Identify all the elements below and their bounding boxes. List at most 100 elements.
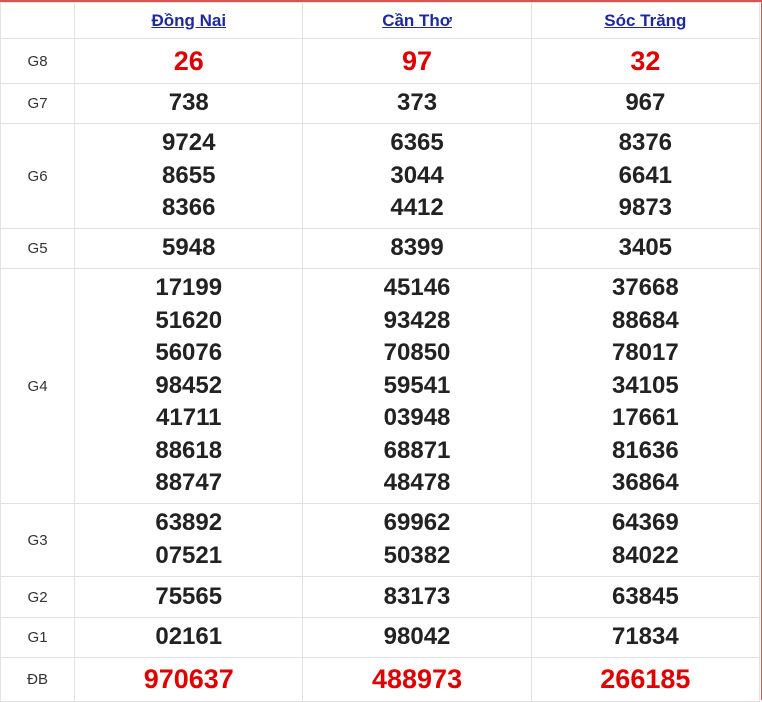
- prize-number: 71834: [611, 623, 679, 651]
- prize-number: 967: [625, 89, 666, 117]
- prize-number: 69962: [383, 509, 451, 537]
- prize-row-special: ĐB 970637 488973 266185: [0, 657, 761, 702]
- prize-number: 63845: [611, 582, 679, 610]
- province-link-soc-trang[interactable]: Sóc Trăng: [604, 11, 686, 30]
- prize-number: 83173: [383, 582, 451, 610]
- prize-number: 88747: [155, 469, 223, 497]
- prize-number: 88684: [611, 306, 679, 334]
- special-prize-number: 266185: [600, 664, 691, 695]
- prize-number: 03948: [383, 404, 451, 432]
- prize-number: 6641: [618, 161, 673, 189]
- prize-cell: 970637: [74, 657, 304, 702]
- prize-number: 88618: [155, 436, 223, 464]
- province-link-dong-nai[interactable]: Đồng Nai: [151, 11, 226, 30]
- prize-number: 98452: [155, 371, 223, 399]
- prize-number: 93428: [383, 306, 451, 334]
- header-corner: [0, 2, 76, 39]
- prize-number: 07521: [155, 542, 223, 569]
- lottery-results-panel: Đồng Nai Cần Thơ Sóc Trăng G8 26 97 32 G…: [0, 0, 762, 702]
- results-table: Đồng Nai Cần Thơ Sóc Trăng G8 26 97 32 G…: [0, 2, 761, 702]
- prize-row-g2: G2 75565 83173 63845: [0, 576, 761, 618]
- prize-cell: 488973: [302, 657, 532, 702]
- prize-number: 45146: [383, 273, 451, 301]
- prize-number: 9873: [618, 194, 673, 222]
- prize-number: 6365: [390, 129, 444, 157]
- prize-cell: 64369 84022: [530, 503, 761, 577]
- prize-number: 51620: [155, 306, 223, 334]
- prize-cell: 8376 6641 9873: [530, 123, 761, 229]
- prize-label: G4: [0, 268, 76, 504]
- prize-number: 8366: [162, 194, 216, 222]
- prize-number: 738: [168, 89, 209, 117]
- prize-number: 41711: [156, 404, 222, 432]
- prize-number: 34105: [611, 371, 679, 399]
- prize-cell: 5948: [74, 228, 304, 269]
- prize-cell: 63892 07521: [74, 503, 304, 577]
- prize-cell: 26: [74, 38, 304, 84]
- prize-number: 78017: [611, 339, 679, 367]
- prize-number: 70850: [383, 339, 451, 367]
- prize-cell: 98042: [302, 617, 532, 658]
- prize-cell: 71834: [530, 617, 761, 658]
- prize-cell: 17199 51620 56076 98452 41711 88618 8874…: [74, 268, 304, 504]
- special-prize-number: 488973: [371, 664, 463, 695]
- prize-cell: 69962 50382: [302, 503, 532, 577]
- prize-cell: 63845: [530, 576, 761, 618]
- prize-number: 84022: [611, 542, 679, 569]
- prize-number: 59541: [383, 371, 451, 399]
- prize-number: 50382: [383, 542, 451, 569]
- prize-number: 3044: [390, 161, 444, 189]
- prize-label: G6: [0, 123, 76, 229]
- prize-number: 26: [173, 45, 204, 76]
- prize-number: 373: [397, 89, 438, 117]
- prize-label: G3: [0, 503, 76, 577]
- prize-number: 36864: [611, 469, 679, 497]
- prize-label: G2: [0, 576, 76, 618]
- province-header: Sóc Trăng: [530, 2, 761, 39]
- prize-number: 9724: [162, 129, 216, 157]
- prize-number: 63892: [155, 509, 223, 537]
- prize-cell: 32: [530, 38, 761, 84]
- prize-label: G7: [0, 83, 76, 124]
- prize-row-g3: G3 63892 07521 69962 50382 64369 84022: [0, 503, 761, 577]
- prize-row-g8: G8 26 97 32: [0, 38, 761, 84]
- prize-row-g4: G4 17199 51620 56076 98452 41711 88618 8…: [0, 268, 761, 504]
- prize-cell: 8399: [302, 228, 532, 269]
- prize-cell: 738: [74, 83, 304, 124]
- prize-number: 8655: [162, 161, 216, 189]
- prize-cell: 83173: [302, 576, 532, 618]
- prize-cell: 373: [302, 83, 532, 124]
- prize-number: 4412: [390, 194, 444, 222]
- prize-number: 3405: [618, 234, 673, 262]
- prize-cell: 37668 88684 78017 34105 17661 81636 3686…: [530, 268, 761, 504]
- header-row: Đồng Nai Cần Thơ Sóc Trăng: [0, 2, 761, 39]
- prize-cell: 9724 8655 8366: [74, 123, 304, 229]
- prize-row-g1: G1 02161 98042 71834: [0, 617, 761, 658]
- prize-label: G1: [0, 617, 76, 658]
- prize-label: G8: [0, 38, 76, 84]
- province-link-can-tho[interactable]: Cần Thơ: [382, 11, 452, 30]
- prize-row-g7: G7 738 373 967: [0, 83, 761, 124]
- prize-cell: 45146 93428 70850 59541 03948 68871 4847…: [302, 268, 532, 504]
- prize-cell: 75565: [74, 576, 304, 618]
- prize-number: 17199: [155, 273, 223, 301]
- prize-number: 97: [402, 45, 433, 76]
- prize-number: 98042: [383, 623, 451, 651]
- province-header: Cần Thơ: [302, 2, 532, 39]
- prize-number: 5948: [162, 234, 216, 262]
- prize-row-g6: G6 9724 8655 8366 6365 3044 4412 8376 66…: [0, 123, 761, 229]
- prize-cell: 6365 3044 4412: [302, 123, 532, 229]
- prize-number: 32: [630, 45, 661, 76]
- prize-number: 68871: [383, 436, 451, 464]
- prize-label: ĐB: [0, 657, 76, 702]
- prize-label: G5: [0, 228, 76, 269]
- special-prize-number: 970637: [143, 664, 234, 695]
- prize-number: 8376: [618, 129, 673, 157]
- prize-number: 37668: [611, 273, 679, 301]
- prize-row-g5: G5 5948 8399 3405: [0, 228, 761, 269]
- prize-number: 17661: [611, 404, 679, 432]
- prize-number: 8399: [390, 234, 444, 262]
- prize-number: 02161: [155, 623, 223, 651]
- province-header: Đồng Nai: [74, 2, 304, 39]
- prize-cell: 97: [302, 38, 532, 84]
